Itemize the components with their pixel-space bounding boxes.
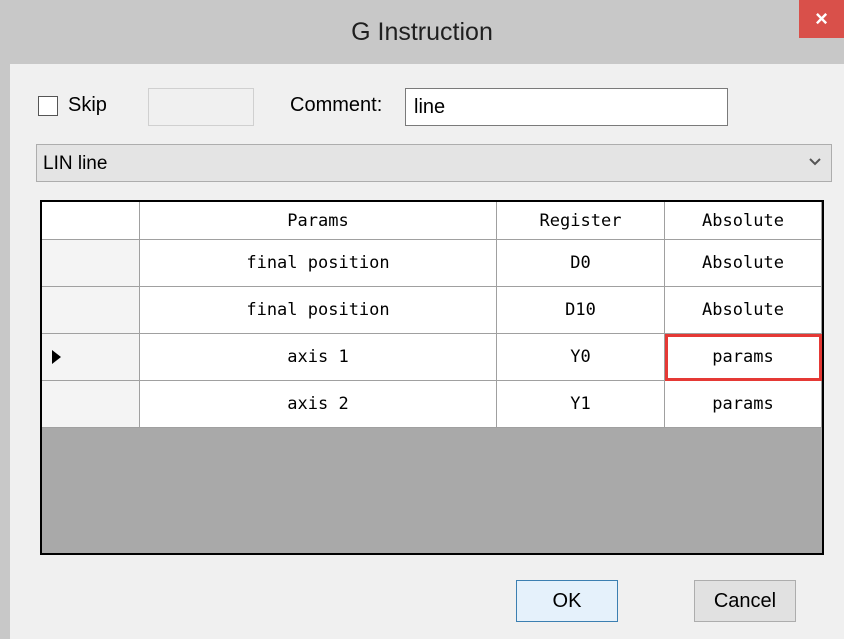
- column-header-params[interactable]: Params: [140, 202, 497, 240]
- grid-cell-absolute[interactable]: params: [665, 381, 822, 428]
- close-icon: ×: [815, 6, 828, 31]
- grid-cell-absolute[interactable]: Absolute: [665, 287, 822, 334]
- cancel-button[interactable]: Cancel: [694, 580, 796, 622]
- grid-cell-params[interactable]: final position: [140, 240, 497, 287]
- ok-button[interactable]: OK: [516, 580, 618, 622]
- g-instruction-dialog: G Instruction × Skip Comment: LIN line P…: [0, 0, 844, 639]
- skip-value-field: [148, 88, 254, 126]
- instruction-type-value: LIN line: [43, 153, 108, 174]
- row-pointer-icon: [52, 350, 61, 364]
- dialog-title: G Instruction: [351, 18, 493, 46]
- grid-cell-register[interactable]: D0: [497, 240, 665, 287]
- grid-cell-register[interactable]: D10: [497, 287, 665, 334]
- skip-checkbox[interactable]: [38, 96, 58, 116]
- row-header[interactable]: [42, 287, 140, 334]
- grid-cell-params[interactable]: axis 1: [140, 334, 497, 381]
- grid-cell-params[interactable]: axis 2: [140, 381, 497, 428]
- comment-input[interactable]: [405, 88, 728, 126]
- grid-cell-register[interactable]: Y0: [497, 334, 665, 381]
- instruction-type-select[interactable]: LIN line: [36, 144, 832, 182]
- chevron-down-icon: [809, 158, 821, 166]
- dialog-body: Skip Comment: LIN line Params Register A…: [10, 64, 844, 639]
- comment-label: Comment:: [290, 94, 383, 116]
- column-header-absolute[interactable]: Absolute: [665, 202, 822, 240]
- skip-label: Skip: [68, 94, 107, 116]
- column-header-register[interactable]: Register: [497, 202, 665, 240]
- grid-cell-register[interactable]: Y1: [497, 381, 665, 428]
- row-header[interactable]: [42, 381, 140, 428]
- grid-cell-params[interactable]: final position: [140, 287, 497, 334]
- row-header-current[interactable]: [42, 334, 140, 381]
- title-bar[interactable]: G Instruction ×: [0, 0, 844, 64]
- grid-corner-header: [42, 202, 140, 240]
- row-header[interactable]: [42, 240, 140, 287]
- params-grid: Params Register Absolute final position …: [40, 200, 824, 555]
- grid-cell-absolute-highlighted[interactable]: params: [665, 334, 822, 381]
- grid-cell-absolute[interactable]: Absolute: [665, 240, 822, 287]
- close-button[interactable]: ×: [799, 0, 844, 38]
